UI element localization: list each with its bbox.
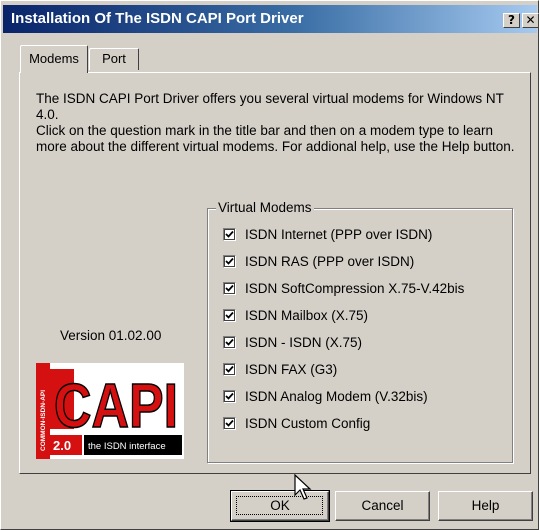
- capi-logo: COMMON-ISDN-API CAPI 2.0 the ISDN interf…: [36, 363, 184, 459]
- modem-option[interactable]: ISDN - ISDN (X.75): [223, 333, 362, 351]
- modem-option[interactable]: ISDN SoftCompression X.75-V.42bis: [223, 279, 464, 297]
- modem-option[interactable]: ISDN RAS (PPP over ISDN): [223, 252, 414, 270]
- virtual-modems-title: Virtual Modems: [216, 200, 314, 216]
- question-mark-icon: ?: [508, 13, 515, 27]
- tab-port-label: Port: [102, 51, 126, 66]
- description-line-1: The ISDN CAPI Port Driver offers you sev…: [36, 91, 504, 122]
- checkmark-icon: [225, 419, 234, 427]
- checkbox[interactable]: [223, 254, 236, 268]
- logo-side-text: COMMON-ISDN-API: [40, 390, 47, 451]
- logo-tagline: the ISDN interface: [88, 441, 166, 452]
- modem-option-label: ISDN Analog Modem (V.32bis): [245, 388, 428, 404]
- description-line-2: Click on the question mark in the title …: [36, 123, 515, 154]
- logo-version: 2.0: [53, 438, 71, 453]
- checkmark-icon: [225, 311, 234, 319]
- checkbox[interactable]: [223, 335, 236, 349]
- checkmark-icon: [225, 257, 234, 265]
- modem-option-label: ISDN - ISDN (X.75): [245, 334, 363, 350]
- checkbox[interactable]: [223, 416, 236, 430]
- description: The ISDN CAPI Port Driver offers you sev…: [36, 91, 520, 155]
- checkmark-icon: [225, 365, 234, 373]
- help-button[interactable]: Help: [438, 491, 533, 521]
- title-help-button[interactable]: ?: [503, 13, 520, 28]
- modems-tab-panel: The ISDN CAPI Port Driver offers you sev…: [19, 72, 531, 474]
- virtual-modems-group: Virtual Modems ISDN Internet (PPP over I…: [207, 200, 513, 463]
- checkmark-icon: [225, 338, 234, 346]
- ok-button[interactable]: OK: [230, 490, 330, 522]
- mouse-cursor-icon: [294, 474, 312, 500]
- logo-word: CAPI: [54, 372, 178, 441]
- modem-option[interactable]: ISDN Internet (PPP over ISDN): [223, 225, 432, 243]
- cancel-button[interactable]: Cancel: [335, 491, 430, 521]
- checkbox[interactable]: [223, 389, 236, 403]
- tab-port[interactable]: Port: [89, 48, 139, 70]
- modem-option-label: ISDN Internet (PPP over ISDN): [245, 226, 433, 242]
- checkmark-icon: [225, 284, 234, 292]
- modem-option[interactable]: ISDN FAX (G3): [223, 360, 337, 378]
- checkmark-icon: [225, 392, 234, 400]
- version-label: Version 01.02.00: [60, 328, 162, 343]
- checkbox[interactable]: [223, 308, 236, 322]
- checkbox[interactable]: [223, 362, 236, 376]
- tab-modems-label: Modems: [29, 51, 79, 66]
- modem-option-label: ISDN RAS (PPP over ISDN): [245, 253, 415, 269]
- close-button[interactable]: ✕: [522, 13, 539, 28]
- modem-option[interactable]: ISDN Analog Modem (V.32bis): [223, 387, 428, 405]
- title-bar[interactable]: Installation Of The ISDN CAPI Port Drive…: [3, 5, 539, 33]
- cancel-button-label: Cancel: [361, 498, 404, 513]
- modem-option[interactable]: ISDN Mailbox (X.75): [223, 306, 368, 324]
- checkbox[interactable]: [223, 227, 236, 241]
- modem-option-label: ISDN FAX (G3): [245, 361, 338, 377]
- modem-option[interactable]: ISDN Custom Config: [223, 414, 370, 432]
- help-button-label: Help: [471, 498, 500, 513]
- modem-option-label: ISDN Custom Config: [245, 415, 371, 431]
- checkbox[interactable]: [223, 281, 236, 295]
- checkmark-icon: [225, 230, 234, 238]
- installation-dialog: Installation Of The ISDN CAPI Port Drive…: [0, 0, 539, 530]
- window-title: Installation Of The ISDN CAPI Port Drive…: [11, 10, 304, 27]
- capi-logo-graphic: COMMON-ISDN-API CAPI 2.0 the ISDN interf…: [36, 363, 184, 459]
- modem-option-label: ISDN SoftCompression X.75-V.42bis: [245, 280, 465, 296]
- close-icon: ✕: [525, 13, 536, 27]
- tab-modems[interactable]: Modems: [20, 45, 88, 73]
- modem-option-label: ISDN Mailbox (X.75): [245, 307, 369, 323]
